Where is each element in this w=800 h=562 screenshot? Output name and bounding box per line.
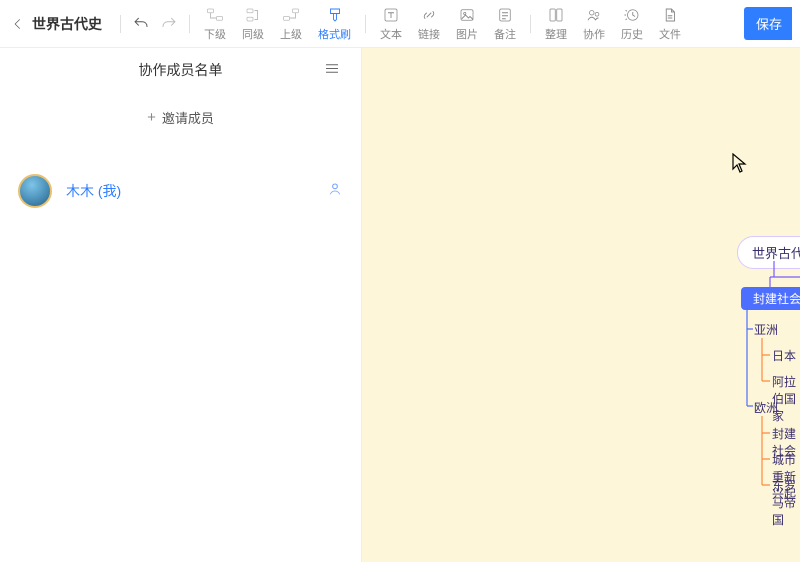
body: 协作成员名单 + 邀请成员 木木 (我) 世界古代史 封建社会 文学与戏剧 文明…: [0, 48, 800, 562]
collaborate-icon: [585, 6, 603, 24]
collapse-button[interactable]: [323, 62, 341, 79]
label: 协作: [583, 26, 605, 42]
label: 格式刷: [318, 26, 351, 42]
file-icon: [661, 6, 679, 24]
invite-label: 邀请成员: [162, 108, 214, 127]
member-row[interactable]: 木木 (我): [0, 162, 361, 220]
label: 历史: [621, 26, 643, 42]
separator: [120, 15, 121, 33]
undo-icon: [132, 15, 150, 33]
sidebar-title-row: 协作成员名单: [0, 48, 361, 92]
file-button[interactable]: 文件: [651, 2, 689, 46]
member-role-button[interactable]: [327, 181, 343, 202]
organize-icon: [547, 6, 565, 24]
note-button[interactable]: 备注: [486, 2, 524, 46]
chevron-left-icon: [11, 17, 25, 31]
redo-icon: [160, 15, 178, 33]
link-icon: [420, 6, 438, 24]
label: 图片: [456, 26, 478, 42]
label: 备注: [494, 26, 516, 42]
parent-node-button[interactable]: 上级: [272, 2, 310, 46]
back-button[interactable]: [8, 14, 28, 34]
mindmap-node[interactable]: 欧洲: [754, 399, 778, 416]
label: 整理: [545, 26, 567, 42]
mindmap-root[interactable]: 世界古代史: [737, 236, 800, 269]
label: 链接: [418, 26, 440, 42]
plus-icon: +: [147, 109, 156, 126]
collaborate-button[interactable]: 协作: [575, 2, 613, 46]
cursor-icon: [732, 153, 748, 173]
sidebar-title: 协作成员名单: [139, 60, 223, 80]
text-button[interactable]: 文本: [372, 2, 410, 46]
label: 文件: [659, 26, 681, 42]
undo-button[interactable]: [127, 2, 155, 46]
label: 同级: [242, 26, 264, 42]
history-icon: [623, 6, 641, 24]
format-brush-icon: [326, 6, 344, 24]
child-node-button[interactable]: 下级: [196, 2, 234, 46]
collab-sidebar: 协作成员名单 + 邀请成员 木木 (我): [0, 48, 362, 562]
separator: [365, 15, 366, 33]
link-button[interactable]: 链接: [410, 2, 448, 46]
organize-button[interactable]: 整理: [537, 2, 575, 46]
parent-node-icon: [282, 6, 300, 24]
member-name: 木木 (我): [66, 181, 121, 201]
image-icon: [458, 6, 476, 24]
child-node-icon: [206, 6, 224, 24]
separator: [530, 15, 531, 33]
mindmap-node[interactable]: 亚洲: [754, 321, 778, 338]
collapse-icon: [323, 62, 341, 76]
format-brush-button[interactable]: 格式刷: [310, 2, 359, 46]
label: 上级: [280, 26, 302, 42]
top-toolbar: 世界古代史 下级 同级 上级 格式刷 文本 链接 图片 备注: [0, 0, 800, 48]
mindmap-node[interactable]: 东罗马帝国: [772, 477, 800, 528]
redo-button[interactable]: [155, 2, 183, 46]
mindmap-node[interactable]: 日本: [772, 347, 796, 364]
sibling-node-icon: [244, 6, 262, 24]
branch-node[interactable]: 封建社会: [741, 287, 800, 310]
avatar: [18, 174, 52, 208]
invite-member-button[interactable]: + 邀请成员: [0, 92, 361, 142]
separator: [189, 15, 190, 33]
history-button[interactable]: 历史: [613, 2, 651, 46]
label: 文本: [380, 26, 402, 42]
text-icon: [382, 6, 400, 24]
document-title: 世界古代史: [32, 14, 102, 34]
mindmap-canvas[interactable]: 世界古代史 封建社会 文学与戏剧 文明的传播 亚洲 日本 阿拉伯国家 欧洲 封建…: [362, 48, 800, 562]
note-icon: [496, 6, 514, 24]
mindmap-lines: [362, 48, 800, 562]
sibling-node-button[interactable]: 同级: [234, 2, 272, 46]
save-button[interactable]: 保存: [744, 7, 792, 40]
image-button[interactable]: 图片: [448, 2, 486, 46]
label: 下级: [204, 26, 226, 42]
person-icon: [327, 181, 343, 197]
